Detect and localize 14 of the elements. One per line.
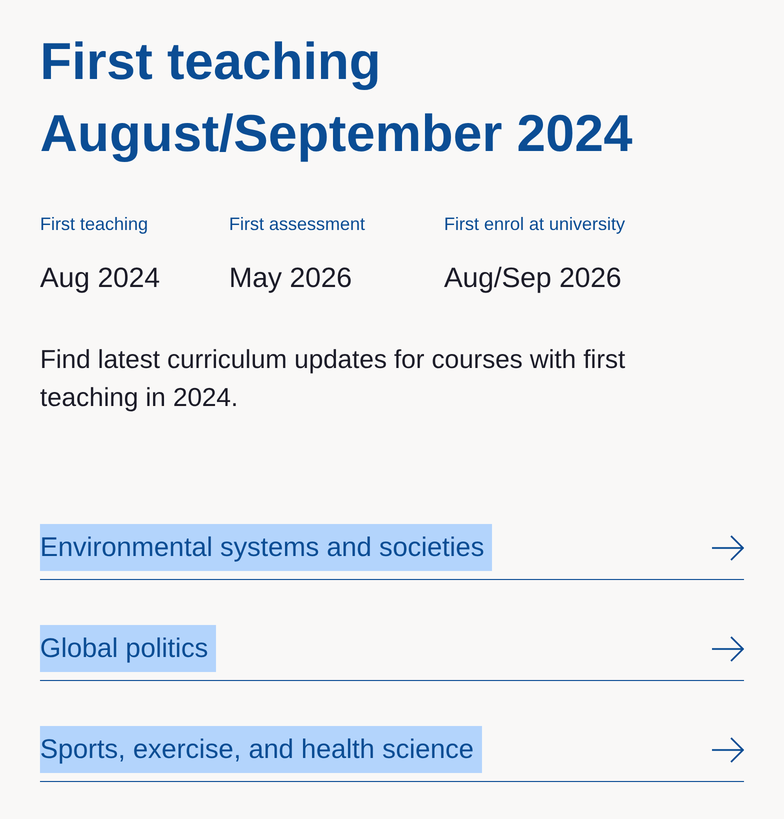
section-heading: First teaching August/September 2024 xyxy=(40,32,634,165)
date-value: May 2026 xyxy=(229,261,353,295)
date-label: First teaching xyxy=(40,213,150,236)
date-label: First assessment xyxy=(229,213,366,236)
date-label: First enrol at university xyxy=(444,213,626,236)
course-link[interactable]: Sports, exercise, and health science xyxy=(40,726,482,773)
course-link[interactable]: Environmental systems and societies xyxy=(40,524,492,571)
date-value: Aug 2024 xyxy=(40,261,161,295)
course-link[interactable]: Global politics xyxy=(40,625,216,672)
arrow-right-icon xyxy=(712,534,744,560)
date-value: Aug/Sep 2026 xyxy=(444,261,622,295)
arrow-right-icon xyxy=(712,636,744,662)
arrow-right-icon xyxy=(712,736,744,762)
description-text: Find latest curriculum updates for courses with first teaching in 2024. xyxy=(40,343,626,414)
